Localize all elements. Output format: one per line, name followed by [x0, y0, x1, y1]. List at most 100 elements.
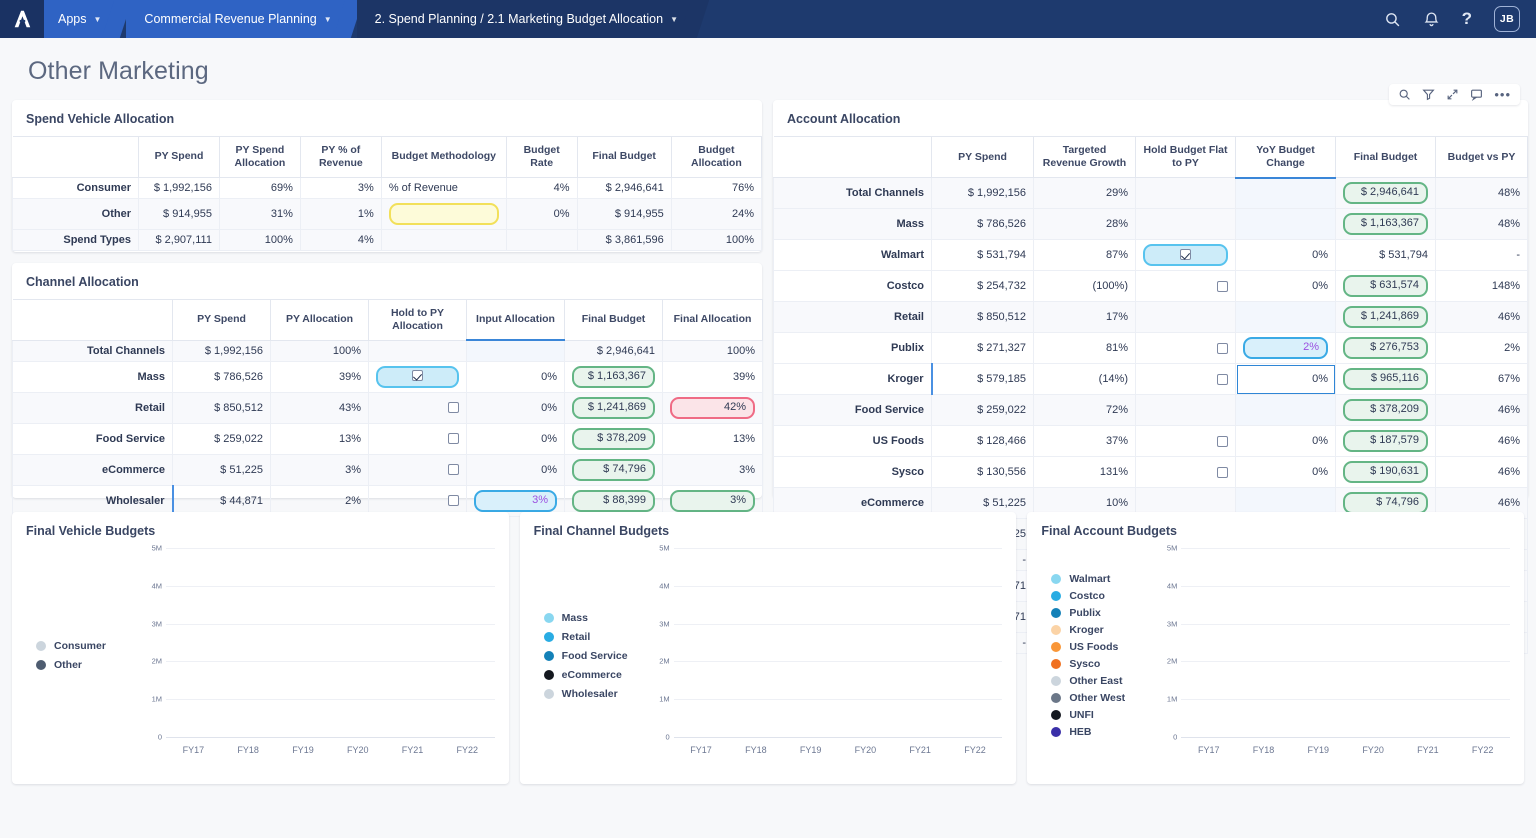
column-header-rowlabel[interactable]: [12, 136, 140, 178]
column-header-targeted-revenue-growth[interactable]: Targeted Revenue Growth: [1033, 135, 1136, 179]
cell-budget-vs-py[interactable]: 46%: [1435, 456, 1528, 489]
help-icon[interactable]: ?: [1462, 9, 1472, 29]
cell-yoy-budget-change[interactable]: [1235, 301, 1336, 334]
row-label-costco[interactable]: Costco: [773, 270, 932, 303]
cell-budget-vs-py[interactable]: 46%: [1435, 394, 1528, 427]
column-header-budget-allocation[interactable]: Budget Allocation: [670, 136, 763, 178]
table-row[interactable]: Food Service $ 259,022 13% 0% $ 378,209 13%: [12, 422, 763, 455]
cell-targeted-revenue-growth[interactable]: 72%: [1033, 394, 1136, 427]
cell-yoy-budget-change[interactable]: [1235, 177, 1336, 210]
cell-budget-vs-py[interactable]: -: [1435, 239, 1528, 272]
column-header-budget-vs-py[interactable]: Budget vs PY: [1435, 135, 1528, 179]
legend-item[interactable]: Other West: [1051, 692, 1155, 704]
legend-item[interactable]: Kroger: [1051, 624, 1155, 636]
nav-page[interactable]: 2. Spend Planning / 2.1 Marketing Budget…: [356, 0, 710, 38]
cell-hold-budget-flat[interactable]: [1135, 208, 1236, 241]
cell-budget-methodology[interactable]: [380, 228, 507, 251]
hold-budget-flat-checkbox[interactable]: [1217, 466, 1228, 478]
cell-hold-budget-flat[interactable]: [1135, 425, 1236, 458]
bell-icon[interactable]: [1423, 11, 1440, 28]
column-header-py-spend-allocation[interactable]: PY Spend Allocation: [218, 136, 301, 178]
cell-targeted-revenue-growth[interactable]: 131%: [1033, 456, 1136, 489]
legend-item[interactable]: Walmart: [1051, 573, 1155, 585]
cell-hold-budget-flat[interactable]: [1135, 456, 1236, 489]
legend-item[interactable]: Wholesaler: [543, 688, 648, 700]
more-icon[interactable]: •••: [1494, 88, 1511, 101]
cell-hold-budget-flat[interactable]: [1135, 270, 1236, 303]
cell-hold-budget-flat[interactable]: [1135, 301, 1236, 334]
hold-to-py-checkbox[interactable]: [448, 402, 459, 414]
cell-final-budget[interactable]: $ 2,946,641: [1335, 177, 1436, 210]
cell-py-allocation[interactable]: 100%: [270, 339, 369, 362]
column-header-hold-budget-flat-to-py[interactable]: Hold Budget Flat to PY: [1135, 135, 1236, 179]
cell-input-allocation[interactable]: 0%: [466, 391, 565, 424]
hold-to-py-checkbox[interactable]: [448, 495, 459, 507]
legend-item[interactable]: HEB: [1051, 726, 1155, 738]
cell-final-budget[interactable]: $ 1,163,367: [1335, 208, 1436, 241]
cell-py-allocation[interactable]: 39%: [270, 360, 369, 393]
app-logo[interactable]: [0, 0, 44, 38]
cell-final-allocation[interactable]: 39%: [662, 360, 763, 393]
cell-yoy-budget-change[interactable]: 0%: [1235, 363, 1336, 396]
cell-hold-budget-flat[interactable]: [1135, 394, 1236, 427]
cell-yoy-budget-change[interactable]: [1235, 394, 1336, 427]
legend-item[interactable]: Sysco: [1051, 658, 1155, 670]
cell-budget-vs-py[interactable]: 46%: [1435, 425, 1528, 458]
column-header-budget-rate[interactable]: Budget Rate: [505, 136, 578, 178]
cell-hold-to-py[interactable]: [368, 339, 467, 362]
cell-targeted-revenue-growth[interactable]: 28%: [1033, 208, 1136, 241]
cell-py-spend[interactable]: $ 51,225: [172, 453, 271, 486]
cell-targeted-revenue-growth[interactable]: (14%): [1033, 363, 1136, 396]
cell-final-budget[interactable]: $ 1,241,869: [564, 391, 663, 424]
cell-py-allocation[interactable]: 13%: [270, 422, 369, 455]
cell-py-pct-revenue[interactable]: 4%: [299, 228, 382, 251]
nav-apps[interactable]: Apps ▼: [44, 0, 133, 38]
row-label-consumer[interactable]: Consumer: [11, 176, 140, 199]
cell-final-budget[interactable]: $ 1,241,869: [1335, 301, 1436, 334]
legend-item[interactable]: Mass: [543, 612, 648, 624]
cell-input-allocation[interactable]: 0%: [466, 360, 565, 393]
row-label-retail[interactable]: Retail: [773, 301, 932, 334]
legend-item[interactable]: US Foods: [1051, 641, 1155, 653]
cell-targeted-revenue-growth[interactable]: 87%: [1033, 239, 1136, 272]
cell-py-spend[interactable]: $ 2,907,111: [138, 228, 220, 251]
legend-item[interactable]: Publix: [1051, 607, 1155, 619]
table-row[interactable]: Publix $ 271,327 81% 2% $ 276,753 2%: [773, 332, 1528, 365]
column-header-input-allocation[interactable]: Input Allocation: [466, 299, 565, 342]
legend-item[interactable]: Costco: [1051, 590, 1155, 602]
cell-py-pct-revenue[interactable]: 1%: [299, 197, 382, 230]
cell-budget-rate[interactable]: [505, 228, 578, 251]
column-header-final-allocation[interactable]: Final Allocation: [662, 299, 763, 341]
cell-budget-rate[interactable]: 0%: [505, 197, 578, 230]
cell-py-spend[interactable]: $ 1,992,156: [931, 177, 1034, 210]
cell-py-allocation[interactable]: 43%: [270, 391, 369, 424]
cell-hold-budget-flat[interactable]: [1135, 239, 1236, 272]
cell-budget-rate[interactable]: 4%: [505, 176, 578, 199]
hold-to-py-checkbox[interactable]: [448, 464, 459, 476]
cell-budget-methodology[interactable]: [380, 197, 507, 230]
column-header-yoy-budget-change[interactable]: YoY Budget Change: [1235, 135, 1336, 179]
legend-item[interactable]: Consumer: [36, 640, 140, 652]
cell-final-budget[interactable]: $ 2,946,641: [564, 339, 663, 362]
column-header-rowlabel[interactable]: [773, 135, 932, 179]
cell-yoy-budget-change[interactable]: 2%: [1235, 332, 1336, 365]
cell-py-spend[interactable]: $ 914,955: [138, 197, 220, 230]
table-row[interactable]: Retail $ 850,512 17% $ 1,241,869 46%: [773, 301, 1528, 334]
row-label-mass[interactable]: Mass: [773, 208, 932, 241]
column-header-py-spend[interactable]: PY Spend: [138, 136, 220, 178]
cell-final-allocation[interactable]: 13%: [662, 422, 763, 455]
cell-targeted-revenue-growth[interactable]: (100%): [1033, 270, 1136, 303]
cell-yoy-budget-change[interactable]: 0%: [1235, 239, 1336, 272]
hold-budget-flat-checkbox[interactable]: [1180, 248, 1191, 260]
cell-final-budget[interactable]: $ 74,796: [564, 453, 663, 486]
cell-final-budget[interactable]: $ 378,209: [1335, 394, 1436, 427]
cell-yoy-budget-change[interactable]: [1235, 208, 1336, 241]
cell-py-spend[interactable]: $ 579,185: [930, 363, 1034, 396]
cell-yoy-budget-change[interactable]: 0%: [1235, 456, 1336, 489]
cell-final-budget[interactable]: $ 631,574: [1335, 270, 1436, 303]
row-label-food-service[interactable]: Food Service: [773, 394, 932, 427]
avatar[interactable]: JB: [1494, 6, 1520, 32]
cell-yoy-budget-change[interactable]: 0%: [1235, 270, 1336, 303]
cell-yoy-budget-change[interactable]: 0%: [1235, 425, 1336, 458]
cell-budget-vs-py[interactable]: 46%: [1435, 301, 1528, 334]
